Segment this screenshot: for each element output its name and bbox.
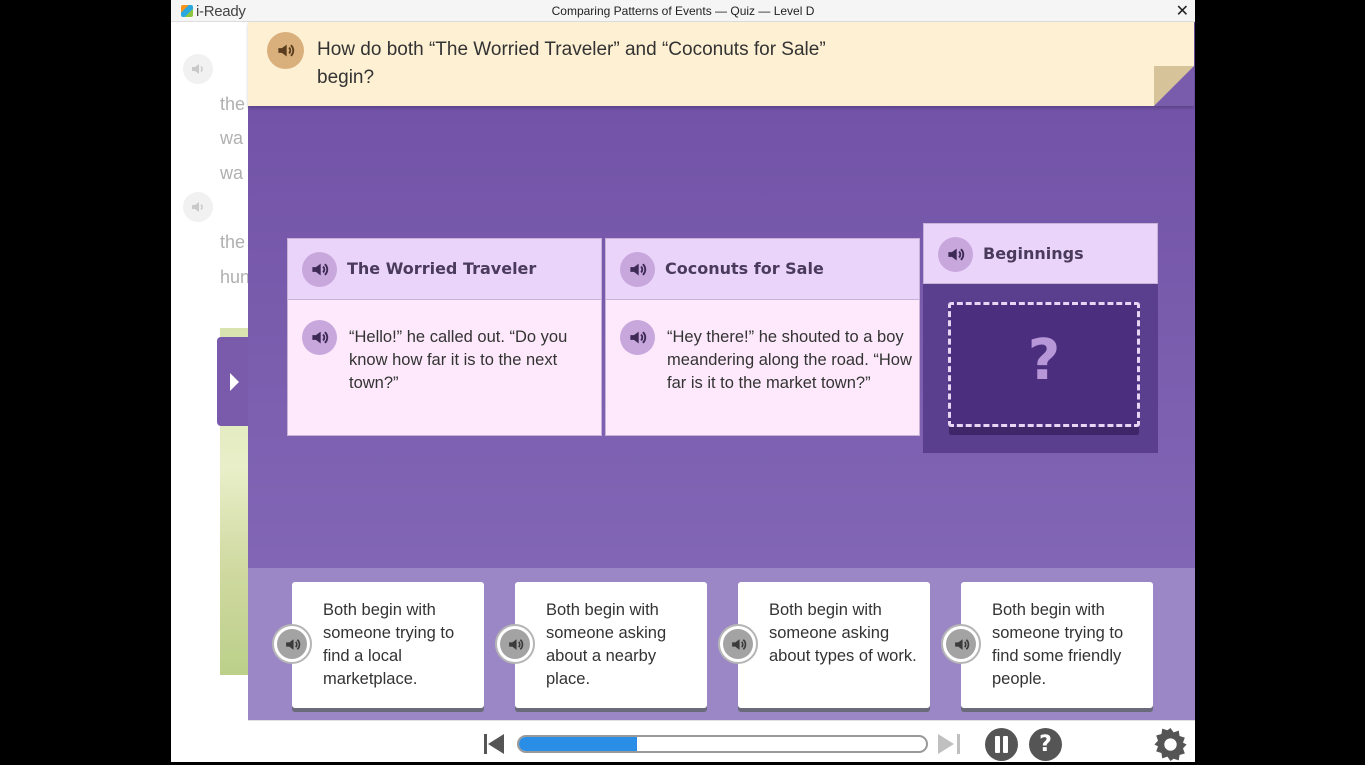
title-audio-button[interactable] xyxy=(620,252,655,287)
gear-icon[interactable] xyxy=(1154,728,1187,761)
speaker-icon xyxy=(630,263,647,276)
speaker-icon xyxy=(312,331,329,344)
answer-audio-circle xyxy=(723,629,753,659)
drop-zone-placeholder: ? xyxy=(1027,328,1061,393)
answer-card[interactable]: Both begin with someone asking about a n… xyxy=(515,582,707,708)
answer-card[interactable]: Both begin with someone trying to find a… xyxy=(292,582,484,708)
passage-panel-toggle[interactable] xyxy=(217,337,249,426)
help-icon[interactable]: ? xyxy=(1029,728,1062,761)
story-quote: “Hello!” he called out. “Do you know how… xyxy=(349,328,568,392)
column-title: Beginnings xyxy=(983,244,1084,263)
story-column-coconuts-for-sale: Coconuts for Sale “Hey there!” he shoute… xyxy=(605,238,920,436)
title-audio-button[interactable] xyxy=(302,252,337,287)
speaker-icon xyxy=(312,263,329,276)
passage-audio-button[interactable] xyxy=(183,54,213,84)
answer-text: Both begin with someone trying to find s… xyxy=(992,601,1124,688)
speaker-icon xyxy=(948,248,965,261)
passage-line: wa xyxy=(220,128,244,148)
answer-text: Both begin with someone trying to find a… xyxy=(323,601,455,688)
passage-line: wa xyxy=(220,163,244,183)
speaker-icon xyxy=(955,639,970,650)
speaker-icon xyxy=(278,44,295,57)
answer-text: Both begin with someone asking about a n… xyxy=(546,601,667,688)
answer-audio-circle xyxy=(500,629,530,659)
answer-card[interactable]: Both begin with someone trying to find s… xyxy=(961,582,1153,708)
story-column-worried-traveler: The Worried Traveler “Hello!” he called … xyxy=(287,238,602,436)
passage-line: the xyxy=(220,94,246,114)
column-title: The Worried Traveler xyxy=(347,259,537,278)
quote-audio-button[interactable] xyxy=(620,320,655,355)
answer-audio-circle xyxy=(277,629,307,659)
passage-line: hun xyxy=(220,267,251,287)
column-header: The Worried Traveler xyxy=(288,239,601,300)
answer-card[interactable]: Both begin with someone asking about typ… xyxy=(738,582,930,708)
answer-audio-button[interactable] xyxy=(495,624,535,664)
beginnings-column: Beginnings ? xyxy=(923,223,1158,453)
question-text: How do both “The Worried Traveler” and “… xyxy=(317,39,826,88)
speaker-icon xyxy=(732,639,747,650)
story-quote: “Hey there!” he shouted to a boy meander… xyxy=(667,328,912,392)
answer-audio-circle xyxy=(946,629,976,659)
answer-audio-button[interactable] xyxy=(272,624,312,664)
question-banner: How do both “The Worried Traveler” and “… xyxy=(248,22,1194,106)
progress-bar xyxy=(517,735,928,753)
window-title: Comparing Patterns of Events — Quiz — Le… xyxy=(551,4,815,18)
answer-audio-button[interactable] xyxy=(718,624,758,664)
speaker-icon xyxy=(192,64,203,74)
speaker-icon xyxy=(630,331,647,344)
column-header: Beginnings xyxy=(923,223,1158,284)
answer-drop-zone[interactable]: ? xyxy=(948,302,1140,427)
pause-icon[interactable] xyxy=(985,728,1018,761)
progress-fill xyxy=(519,737,638,751)
title-audio-button[interactable] xyxy=(938,237,973,272)
speaker-icon xyxy=(286,639,301,650)
answer-audio-button[interactable] xyxy=(941,624,981,664)
close-button[interactable]: ✕ xyxy=(1176,1,1189,20)
answer-text: Both begin with someone asking about typ… xyxy=(769,601,917,665)
column-title: Coconuts for Sale xyxy=(665,259,824,278)
title-bar: i-Ready Comparing Patterns of Events — Q… xyxy=(171,0,1195,22)
skip-forward-icon[interactable] xyxy=(938,732,960,756)
column-header: Coconuts for Sale xyxy=(606,239,919,300)
question-audio-button[interactable] xyxy=(267,32,304,69)
passage-line: the xyxy=(220,232,246,252)
passage-audio-button[interactable] xyxy=(183,192,213,222)
skip-back-icon[interactable] xyxy=(484,732,506,756)
speaker-icon xyxy=(509,639,524,650)
speaker-icon xyxy=(192,202,203,212)
quote-audio-button[interactable] xyxy=(302,320,337,355)
